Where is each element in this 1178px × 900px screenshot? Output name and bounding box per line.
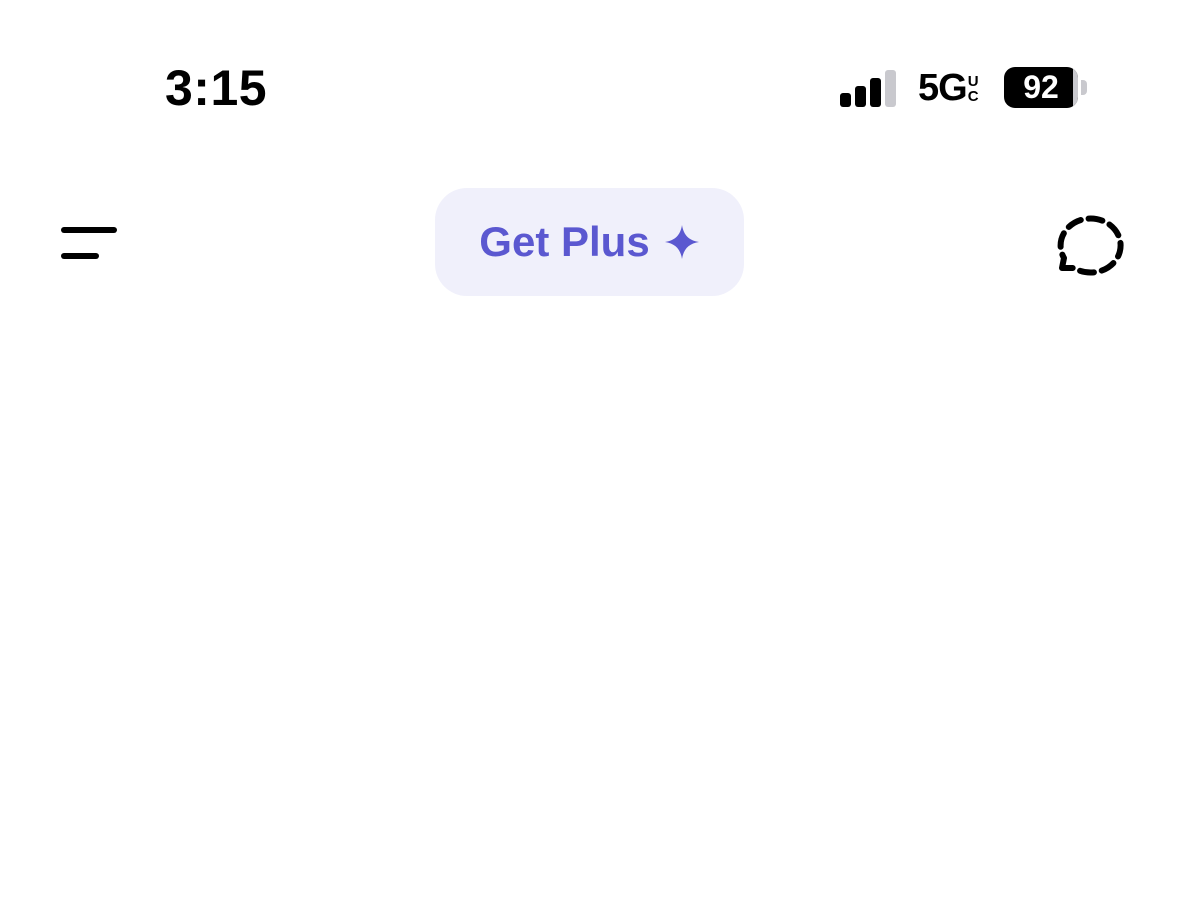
battery-icon: 92 [1004,67,1088,108]
status-bar: 3:15 5G U C 92 [0,0,1178,140]
chat-content-area [0,320,1178,900]
app-screen: 3:15 5G U C 92 Get Plus [0,0,1178,900]
menu-button[interactable] [50,212,130,272]
get-plus-button[interactable]: Get Plus [435,188,744,296]
network-type: 5G [918,67,968,109]
battery-cap [1081,80,1087,95]
battery-body: 92 [1004,67,1078,108]
battery-level: 92 [1023,69,1059,105]
sparkle-icon [664,225,699,259]
menu-icon [61,227,117,259]
temporary-chat-icon [1057,215,1124,276]
network-suffix: U C [968,74,979,104]
get-plus-label: Get Plus [479,218,650,265]
status-time: 3:15 [165,60,268,116]
cellular-signal-icon [840,70,896,107]
network-suffix-bottom: C [967,88,979,105]
top-navigation: Get Plus [0,150,1178,320]
network-indicator: 5G U C [918,66,979,110]
network-suffix-top: U [967,73,979,90]
temporary-chat-button[interactable] [1050,208,1126,280]
